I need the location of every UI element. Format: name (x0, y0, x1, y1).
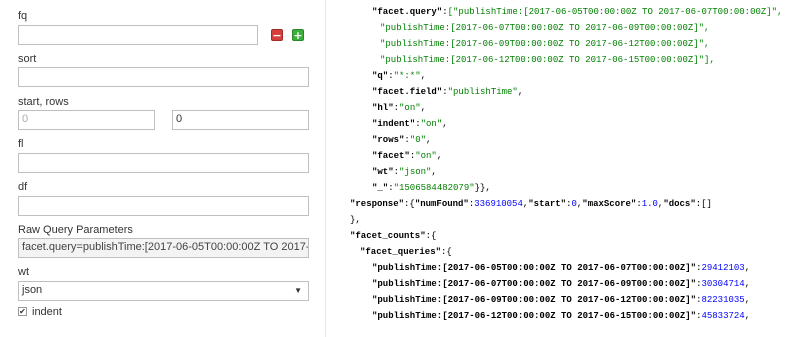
json-line: "facet.query":["publishTime:[2017-06-05T… (372, 7, 783, 17)
json-line: "publishTime:[2017-06-07T00:00:00Z TO 20… (372, 279, 751, 289)
json-line: "publishTime:[2017-06-09T00:00:00Z TO 20… (372, 295, 751, 305)
chevron-down-icon: ▼ (294, 286, 302, 295)
json-string: "publishTime:[2017-06-07T00:00:00Z TO 20… (380, 23, 710, 33)
json-line: "facet_counts":{ (350, 231, 437, 241)
rows-input[interactable]: 0 (172, 110, 309, 130)
indent-label: indent (32, 306, 62, 318)
json-line: "facet":"on", (372, 151, 443, 161)
wt-label: wt (18, 266, 29, 278)
json-line: "publishTime:[2017-06-07T00:00:00Z TO 20… (380, 22, 709, 34)
json-line: "q":"*:*", (372, 71, 427, 81)
json-line: "indent":"on", (372, 119, 448, 129)
start-rows-label: start, rows (18, 96, 69, 108)
json-response-view: "facet.query":["publishTime:[2017-06-05T… (336, 0, 806, 337)
sort-input[interactable] (18, 67, 309, 87)
remove-fq-icon[interactable]: − (271, 29, 283, 41)
json-line: "facet_queries":{ (360, 247, 452, 257)
wt-selected-value: json (22, 284, 43, 296)
json-line: "publishTime:[2017-06-09T00:00:00Z TO 20… (380, 38, 709, 50)
json-line: "publishTime:[2017-06-05T00:00:00Z TO 20… (372, 263, 751, 273)
fq-input[interactable] (18, 25, 258, 45)
raw-query-label: Raw Query Parameters (18, 224, 133, 236)
json-line: }, (350, 215, 361, 225)
fq-label: fq (18, 10, 28, 22)
query-form-panel: fq − + sort start, rows 0 0 fl df Raw Qu… (0, 0, 326, 337)
json-string: "publishTime:[2017-06-09T00:00:00Z TO 20… (380, 39, 710, 49)
indent-checkbox[interactable]: ✔ (18, 307, 27, 316)
json-line: "_":"1506584482079"}}, (372, 183, 491, 193)
json-line: "facet.field":"publishTime", (372, 87, 524, 97)
add-fq-icon[interactable]: + (292, 29, 304, 41)
start-input[interactable]: 0 (18, 110, 155, 130)
json-line: "wt":"json", (372, 167, 437, 177)
json-key: "facet.query" (372, 7, 443, 17)
json-line: "response":{"numFound":336910054,"start"… (350, 199, 712, 209)
df-input[interactable] (18, 196, 309, 216)
json-line: "rows":"0", (372, 135, 432, 145)
json-line: "hl":"on", (372, 103, 427, 113)
json-string: "publishTime:[2017-06-12T00:00:00Z TO 20… (380, 55, 715, 65)
json-line: "publishTime:[2017-06-12T00:00:00Z TO 20… (380, 54, 715, 66)
raw-query-input[interactable]: facet.query=publishTime:[2017-06-05T00:0… (18, 238, 309, 258)
fl-input[interactable] (18, 153, 309, 173)
wt-select[interactable]: json ▼ (18, 281, 309, 301)
json-string: ["publishTime:[2017-06-05T00:00:00Z TO 2… (447, 7, 783, 17)
df-label: df (18, 181, 28, 193)
json-line: "publishTime:[2017-06-12T00:00:00Z TO 20… (372, 311, 751, 321)
sort-label: sort (18, 53, 37, 65)
fl-label: fl (18, 138, 24, 150)
